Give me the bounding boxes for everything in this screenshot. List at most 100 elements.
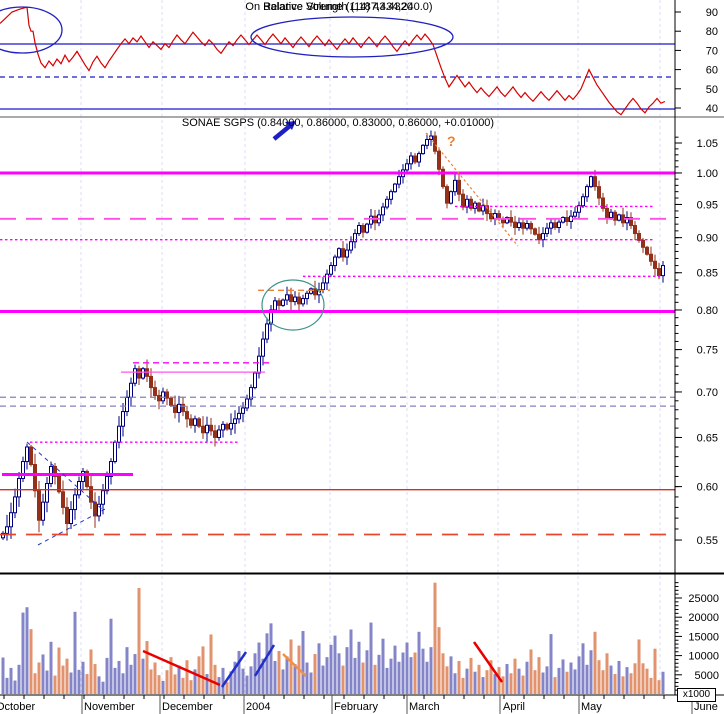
volume-bar [433,582,437,694]
rsi-line [0,6,666,116]
candle [449,191,453,204]
candle [405,163,409,171]
volume-bar [577,656,581,694]
candle [545,227,549,235]
volume-bar [641,663,645,694]
volume-bar [313,654,317,694]
volume-bar [137,588,141,694]
volume-bar [361,662,365,694]
candle [489,213,493,220]
rsi-axis-label: 40 [706,103,718,115]
volume-bar [553,677,557,694]
candle [409,155,413,165]
volume-bar [625,667,629,694]
candle [369,215,373,225]
volume-bar [285,656,289,694]
volume-bar [529,649,533,694]
volume-bar [13,680,17,694]
volume-bar [237,650,241,694]
candle [433,135,437,152]
volume-bar [657,680,661,694]
candle [221,423,225,431]
candle [417,153,421,163]
volume-bar [45,670,49,694]
volume-axis-label: 25000 [688,593,719,605]
volume-bar [133,654,137,694]
volume-bar [165,670,169,694]
volume-bar [29,629,33,694]
candle [581,196,585,207]
price-level-lines [0,171,675,536]
volume-bar [573,669,577,694]
volume-bar [493,674,497,694]
candle [65,506,69,525]
candle [633,224,637,235]
volume-bar [605,653,609,694]
volume-bar [333,635,337,694]
candle [113,441,117,463]
volume-bar [517,668,521,694]
volume-bar [41,654,45,694]
volume-bar [177,665,181,694]
volume-bar [49,641,53,694]
volume-bar [269,623,273,694]
x-axis-strip: October November December 2004 February March… [0,695,718,714]
volume-bar [565,671,569,694]
candle [397,176,401,185]
candle [645,246,649,255]
volume-bar [373,664,377,694]
volume-bar [421,648,425,694]
volume-bar [633,663,637,694]
volume-bar [221,667,225,694]
candle [649,253,653,262]
candle [201,425,205,434]
volume-bar [353,657,357,694]
price-axis-label: 0.85 [697,268,718,280]
volume-bar [345,647,349,694]
candle [89,486,93,503]
candle [641,239,645,248]
volume-bar [145,641,149,694]
volume-bar [329,644,333,694]
volume-bar [509,673,513,694]
volume-bar [225,682,229,694]
volume-bar [89,649,93,694]
volume-bar [321,665,325,694]
candle [225,423,229,430]
volume-bar [461,677,465,694]
volume-bar [153,662,157,694]
volume-bar [429,647,433,694]
volume-bar [637,639,641,694]
candle [413,155,417,163]
volume-bar [161,680,165,694]
candle [357,224,361,235]
candle [661,265,665,277]
candle [617,214,621,221]
month-label: October [0,701,35,713]
candle [389,191,393,200]
chart-canvas[interactable]: 90 80 70 60 50 40 1.05 1.00 0.95 0.90 0.85 0.80 0.75… [0,0,724,714]
candle [265,323,269,340]
month-label: December [162,701,213,713]
candle [69,509,73,525]
volume-bar [249,666,253,694]
price-axis-label: 0.70 [697,387,718,399]
candle [217,429,221,438]
candle [513,221,517,228]
candle [121,411,125,427]
candle [521,222,525,229]
price-axis-label: 0.75 [697,345,718,357]
volume-bar [173,674,177,694]
volume-bar [125,647,129,694]
candle [585,186,589,198]
volume-bar [33,673,37,694]
volume-bar [645,668,649,694]
candle [229,422,233,430]
chart-window: 90 80 70 60 50 40 1.05 1.00 0.95 0.90 0.85 0.80 0.75… [0,0,724,714]
candle [305,292,309,300]
candle [169,397,173,406]
candle [541,233,545,241]
volume-bar [109,618,113,694]
candle [281,299,285,306]
candle [209,424,213,432]
